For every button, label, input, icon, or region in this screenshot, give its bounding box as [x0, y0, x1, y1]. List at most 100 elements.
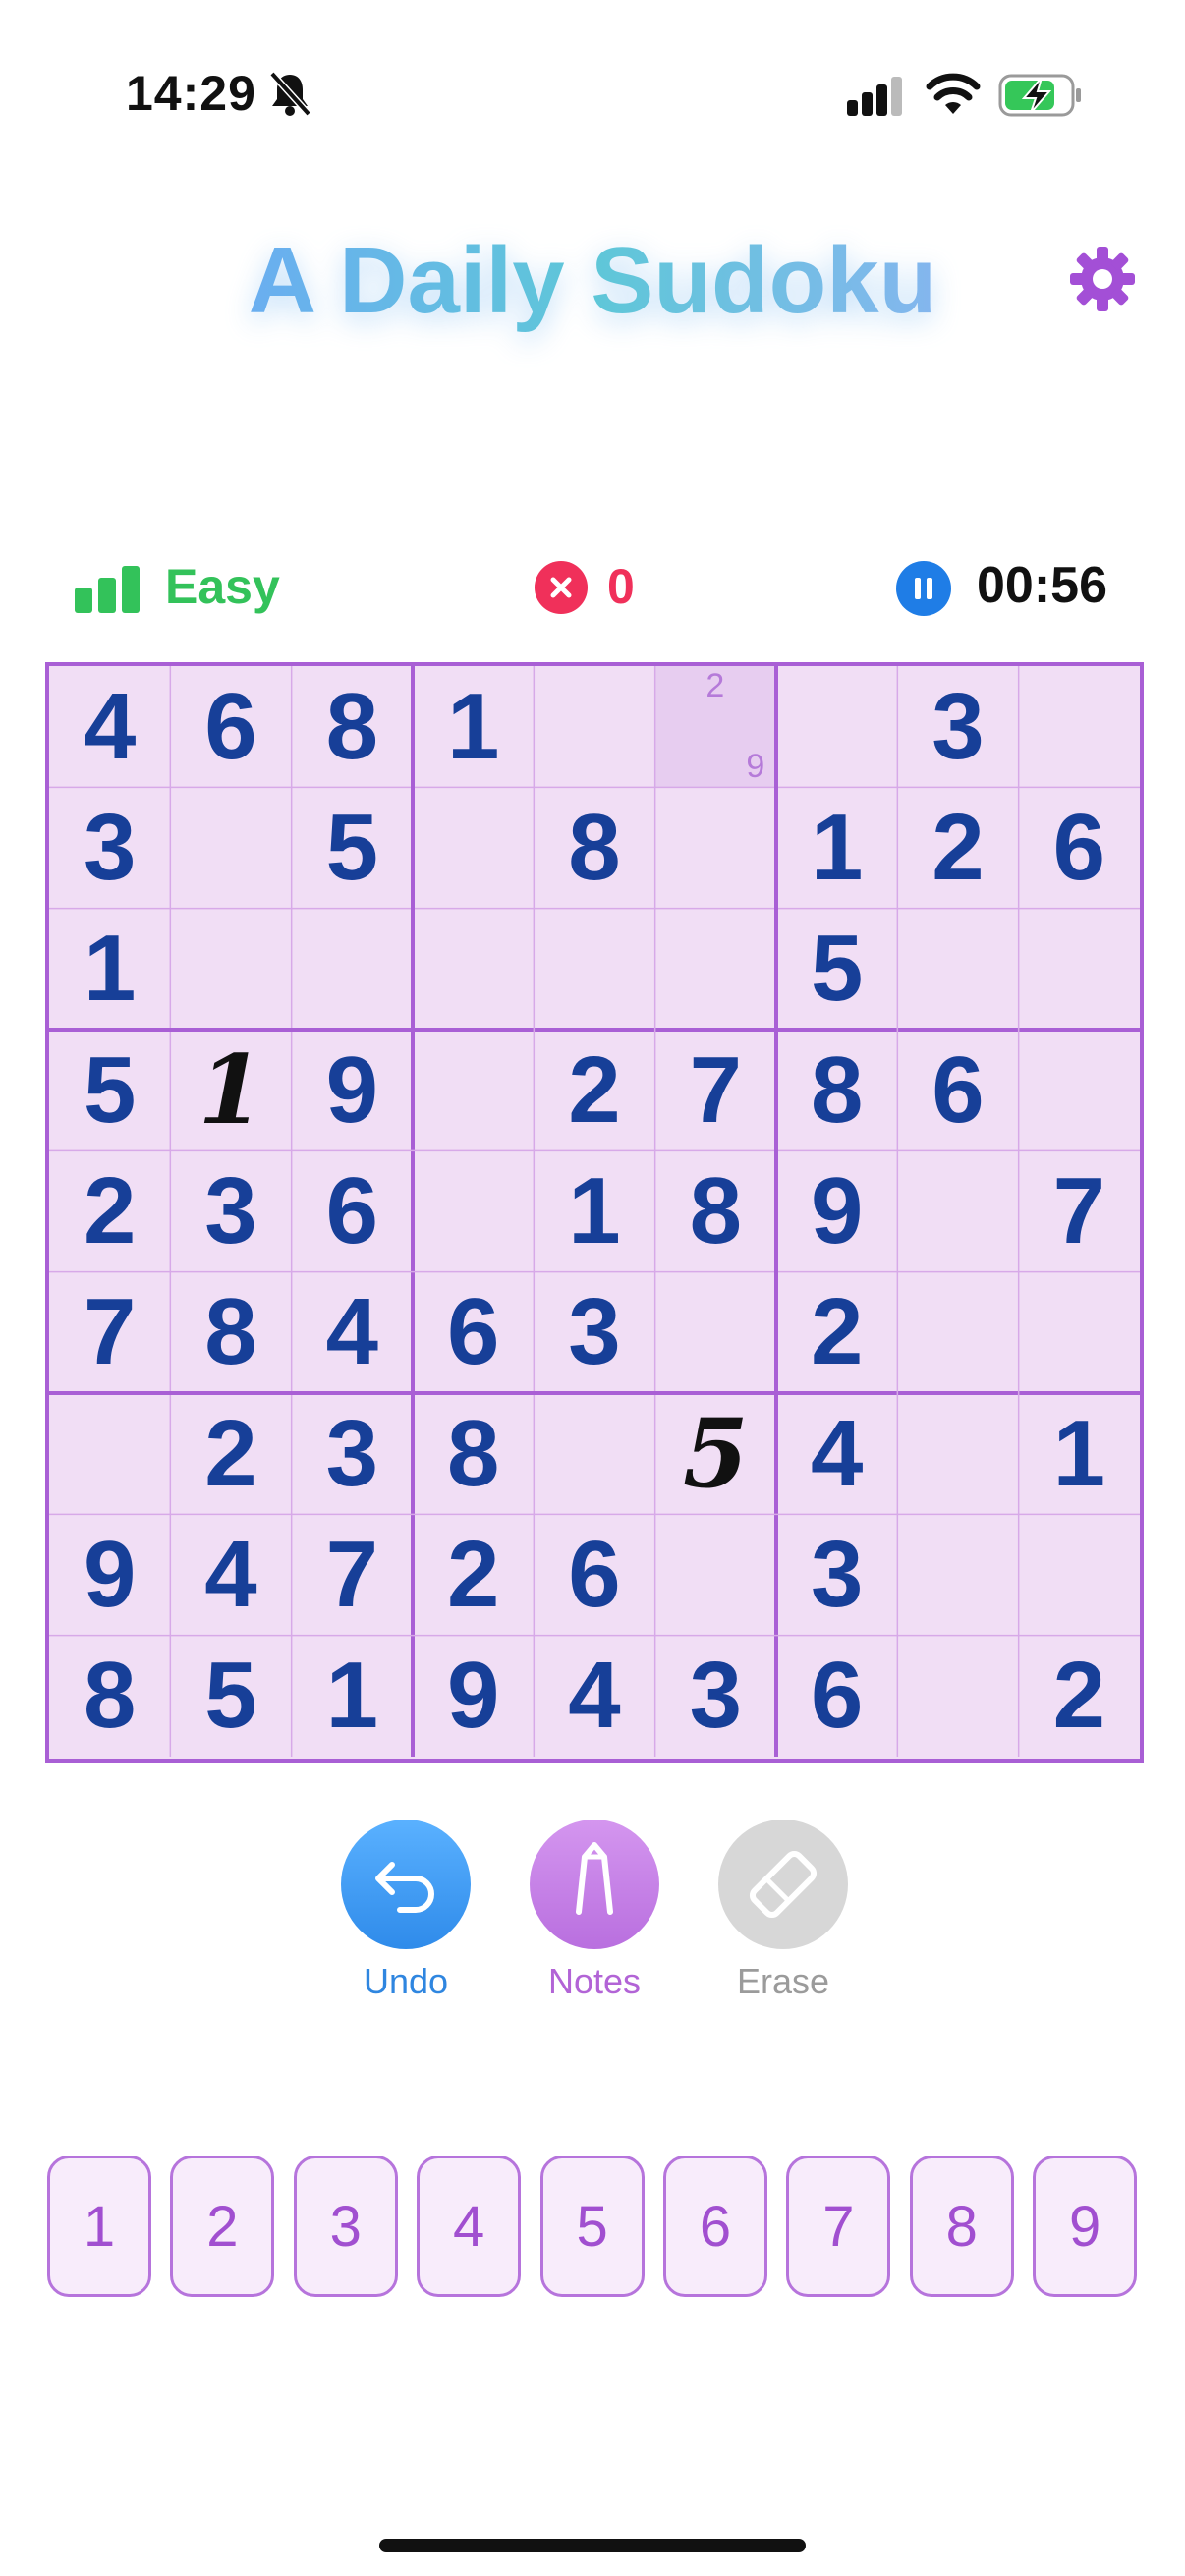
board-cell-r7c5[interactable]: [534, 1393, 654, 1514]
board-cell-r7c7[interactable]: 4: [776, 1393, 897, 1514]
board-cell-r8c5[interactable]: 6: [534, 1514, 654, 1635]
board-cell-r7c2[interactable]: 2: [170, 1393, 291, 1514]
board-cell-r2c5[interactable]: 8: [534, 787, 654, 908]
board-cell-r3c1[interactable]: 1: [49, 909, 170, 1030]
board-cell-r1c7[interactable]: [776, 666, 897, 787]
board-cell-r5c4[interactable]: [413, 1150, 534, 1271]
board-cell-r5c1[interactable]: 2: [49, 1150, 170, 1271]
board-cell-r3c2[interactable]: [170, 909, 291, 1030]
board-cell-r9c9[interactable]: 2: [1019, 1636, 1140, 1757]
undo-button[interactable]: [341, 1820, 471, 1949]
board-cell-r2c8[interactable]: 2: [897, 787, 1018, 908]
board-cell-r4c2[interactable]: 1: [170, 1030, 291, 1150]
board-cell-r8c8[interactable]: [897, 1514, 1018, 1635]
board-cell-r3c9[interactable]: [1019, 909, 1140, 1030]
board-cell-r8c6[interactable]: [655, 1514, 776, 1635]
number-key-3[interactable]: 3: [293, 2156, 398, 2297]
board-cell-r2c4[interactable]: [413, 787, 534, 908]
board-cell-r2c9[interactable]: 6: [1019, 787, 1140, 908]
board-cell-r3c7[interactable]: 5: [776, 909, 897, 1030]
board-cell-r4c7[interactable]: 8: [776, 1030, 897, 1150]
board-cell-r3c6[interactable]: [655, 909, 776, 1030]
board-cell-r9c5[interactable]: 4: [534, 1636, 654, 1757]
board-cell-r7c1[interactable]: [49, 1393, 170, 1514]
board-cell-r9c1[interactable]: 8: [49, 1636, 170, 1757]
board-cell-r5c7[interactable]: 9: [776, 1150, 897, 1271]
board-cell-r1c4[interactable]: 1: [413, 666, 534, 787]
pause-button[interactable]: [896, 561, 951, 616]
wifi-icon: [926, 73, 981, 116]
board-cell-r9c4[interactable]: 9: [413, 1636, 534, 1757]
board-cell-r6c6[interactable]: [655, 1272, 776, 1393]
board-cell-r3c8[interactable]: [897, 909, 1018, 1030]
board-cell-r4c9[interactable]: [1019, 1030, 1140, 1150]
timer: 00:56: [977, 557, 1107, 614]
board-cell-r6c8[interactable]: [897, 1272, 1018, 1393]
number-key-6[interactable]: 6: [663, 2156, 767, 2297]
board-cell-r4c5[interactable]: 2: [534, 1030, 654, 1150]
board-cell-r4c6[interactable]: 7: [655, 1030, 776, 1150]
board-cell-r7c3[interactable]: 3: [292, 1393, 413, 1514]
board-cell-r6c7[interactable]: 2: [776, 1272, 897, 1393]
number-key-8[interactable]: 8: [909, 2156, 1014, 2297]
board-cell-r1c5[interactable]: [534, 666, 654, 787]
board-cell-r4c4[interactable]: [413, 1030, 534, 1150]
board-cell-r6c3[interactable]: 4: [292, 1272, 413, 1393]
board-cell-r8c4[interactable]: 2: [413, 1514, 534, 1635]
board-cell-r8c2[interactable]: 4: [170, 1514, 291, 1635]
board-cell-r5c2[interactable]: 3: [170, 1150, 291, 1271]
board-cell-r8c7[interactable]: 3: [776, 1514, 897, 1635]
number-key-4[interactable]: 4: [417, 2156, 522, 2297]
board-cell-r6c5[interactable]: 3: [534, 1272, 654, 1393]
board-cell-r7c6[interactable]: 5: [655, 1393, 776, 1514]
board-cell-r8c9[interactable]: [1019, 1514, 1140, 1635]
board-cell-r4c8[interactable]: 6: [897, 1030, 1018, 1150]
erase-button[interactable]: [718, 1820, 848, 1949]
board-cell-r6c9[interactable]: [1019, 1272, 1140, 1393]
board-cell-r9c7[interactable]: 6: [776, 1636, 897, 1757]
board-cell-r8c1[interactable]: 9: [49, 1514, 170, 1635]
board-cell-r2c6[interactable]: [655, 787, 776, 908]
board-cell-r2c3[interactable]: 5: [292, 787, 413, 908]
board-cell-r6c4[interactable]: 6: [413, 1272, 534, 1393]
board-cell-r6c1[interactable]: 7: [49, 1272, 170, 1393]
board-cell-r1c6[interactable]: 29: [654, 666, 776, 788]
board-cell-r5c5[interactable]: 1: [534, 1150, 654, 1271]
number-key-1[interactable]: 1: [47, 2156, 151, 2297]
board-cell-r7c4[interactable]: 8: [413, 1393, 534, 1514]
x-circle-icon: [535, 561, 588, 614]
board-cell-r9c8[interactable]: [897, 1636, 1018, 1757]
board-cell-r1c9[interactable]: [1019, 666, 1140, 787]
notes-button[interactable]: [530, 1820, 659, 1949]
board-cell-r4c3[interactable]: 9: [292, 1030, 413, 1150]
board-cell-r1c2[interactable]: 6: [170, 666, 291, 787]
number-key-9[interactable]: 9: [1033, 2156, 1138, 2297]
number-key-7[interactable]: 7: [786, 2156, 891, 2297]
board-cell-r3c4[interactable]: [413, 909, 534, 1030]
board-cell-r5c8[interactable]: [897, 1150, 1018, 1271]
board-cell-r3c3[interactable]: [292, 909, 413, 1030]
board-cell-r6c2[interactable]: 8: [170, 1272, 291, 1393]
board-cell-r1c1[interactable]: 4: [49, 666, 170, 787]
number-key-5[interactable]: 5: [539, 2156, 645, 2297]
bell-slash-icon: [267, 69, 312, 118]
board-cell-r8c3[interactable]: 7: [292, 1514, 413, 1635]
sudoku-board[interactable]: 4681293358126155192786236189778463223854…: [45, 662, 1144, 1763]
number-key-2[interactable]: 2: [170, 2156, 275, 2297]
board-cell-r1c8[interactable]: 3: [897, 666, 1018, 787]
board-cell-r4c1[interactable]: 5: [49, 1030, 170, 1150]
board-cell-r7c9[interactable]: 1: [1019, 1393, 1140, 1514]
board-cell-r2c7[interactable]: 1: [776, 787, 897, 908]
board-cell-r5c9[interactable]: 7: [1019, 1150, 1140, 1271]
board-cell-r7c8[interactable]: [897, 1393, 1018, 1514]
board-cell-r3c5[interactable]: [534, 909, 654, 1030]
board-cell-r5c6[interactable]: 8: [655, 1150, 776, 1271]
board-cell-r9c3[interactable]: 1: [292, 1636, 413, 1757]
settings-button[interactable]: [1067, 244, 1138, 314]
board-cell-r2c2[interactable]: [170, 787, 291, 908]
board-cell-r5c3[interactable]: 6: [292, 1150, 413, 1271]
board-cell-r2c1[interactable]: 3: [49, 787, 170, 908]
board-cell-r9c2[interactable]: 5: [170, 1636, 291, 1757]
board-cell-r1c3[interactable]: 8: [292, 666, 413, 787]
board-cell-r9c6[interactable]: 3: [655, 1636, 776, 1757]
